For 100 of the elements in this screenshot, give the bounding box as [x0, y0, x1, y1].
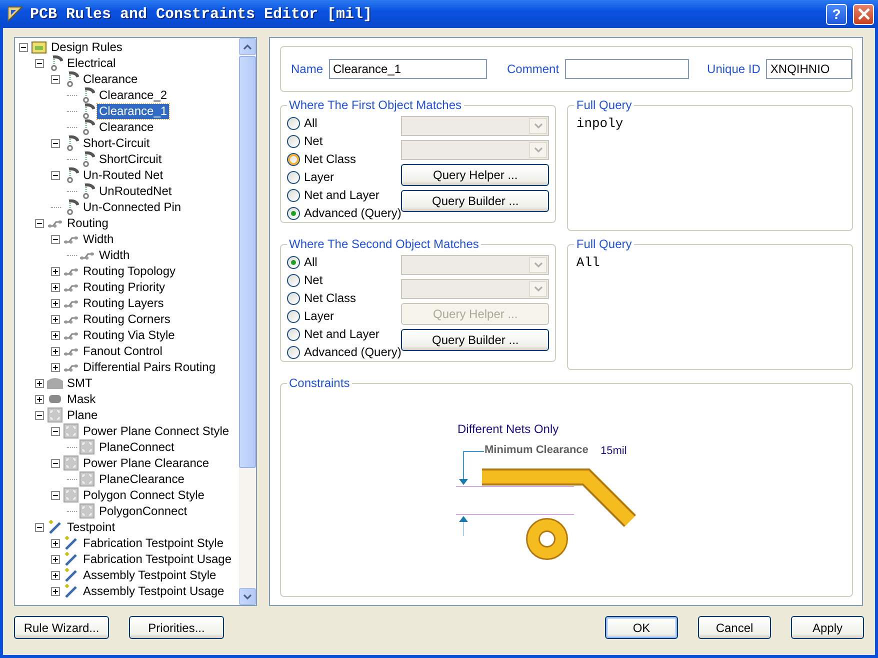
tree-item[interactable]: Routing Layers — [81, 296, 166, 310]
expander-icon[interactable] — [51, 362, 60, 372]
expander-icon[interactable] — [51, 74, 60, 84]
dialog-button[interactable]: Apply — [791, 616, 864, 639]
probe-icon — [63, 567, 79, 583]
radio-option[interactable]: All — [287, 253, 402, 271]
radio-option[interactable]: Net Class — [287, 150, 402, 168]
comment-field[interactable] — [565, 59, 690, 79]
tree-item[interactable]: Fabrication Testpoint Usage — [81, 552, 234, 566]
expander-icon[interactable] — [51, 298, 60, 308]
expander-icon[interactable] — [35, 378, 44, 388]
tree-item[interactable]: PolygonConnect — [97, 504, 190, 518]
radio-option[interactable]: All — [287, 114, 402, 132]
expander-icon[interactable] — [51, 138, 60, 148]
scrollbar[interactable] — [239, 38, 256, 605]
group-title: Constraints — [288, 376, 351, 390]
expander-icon[interactable] — [19, 42, 28, 52]
expander-icon[interactable] — [51, 266, 60, 276]
expander-icon[interactable] — [35, 218, 44, 228]
tree-item[interactable]: Polygon Connect Style — [81, 488, 206, 502]
tree-item[interactable]: ShortCircuit — [97, 152, 164, 166]
footer-button[interactable]: Priorities... — [129, 616, 224, 639]
expander-icon[interactable] — [51, 554, 60, 564]
expander-icon[interactable] — [51, 538, 60, 548]
tree-item[interactable]: UnRoutedNet — [97, 184, 174, 198]
plane-icon — [79, 439, 95, 455]
radio-option[interactable]: Net and Layer — [287, 186, 402, 204]
expander-icon[interactable] — [51, 170, 60, 180]
query-button[interactable]: Query Builder ... — [401, 190, 550, 212]
tree-item[interactable]: Routing Topology — [81, 264, 178, 278]
tree-item[interactable]: Clearance_2 — [97, 88, 170, 102]
tree-item[interactable]: Design Rules — [49, 40, 124, 54]
expander-icon[interactable] — [51, 330, 60, 340]
tree-item[interactable]: Clearance — [81, 72, 140, 86]
radio-option[interactable]: Layer — [287, 307, 402, 325]
tree-item[interactable]: Testpoint — [65, 520, 118, 534]
tree-item[interactable]: Width — [81, 232, 116, 246]
tree-item[interactable]: Routing — [65, 216, 110, 230]
query-button[interactable]: Query Builder ... — [401, 329, 550, 351]
clearance-value[interactable]: 15mil — [600, 445, 627, 457]
radio-option[interactable]: Advanced (Query) — [287, 204, 402, 222]
close-button[interactable] — [853, 4, 874, 24]
tree-item[interactable]: Un-Connected Pin — [81, 200, 184, 214]
radio-option[interactable]: Net — [287, 271, 402, 289]
comment-label: Comment — [507, 62, 560, 76]
help-button[interactable]: ? — [826, 4, 847, 24]
expander-icon[interactable] — [51, 234, 60, 244]
dimension-arrow — [458, 516, 468, 536]
tree-item[interactable]: Routing Corners — [81, 312, 172, 326]
radio-option[interactable]: Net and Layer — [287, 325, 402, 343]
expander-icon[interactable] — [35, 58, 44, 68]
expander-icon[interactable] — [51, 426, 60, 436]
expander-icon[interactable] — [51, 570, 60, 580]
tree-item[interactable]: Power Plane Connect Style — [81, 424, 232, 438]
unique-id-field[interactable]: XNQIHNIO — [766, 59, 852, 79]
query-button[interactable]: Query Helper ... — [401, 164, 550, 186]
name-label: Name — [291, 62, 324, 76]
tree-item[interactable]: Routing Via Style — [81, 328, 177, 342]
probe-icon — [63, 535, 79, 551]
plane-icon — [47, 407, 63, 423]
expander-icon[interactable] — [51, 490, 60, 500]
tree-item[interactable]: Fabrication Testpoint Style — [81, 536, 226, 550]
expander-icon[interactable] — [35, 394, 44, 404]
expander-icon[interactable] — [51, 586, 60, 596]
tree-item[interactable]: Assembly Testpoint Usage — [81, 584, 226, 598]
tree-item[interactable]: Short-Circuit — [81, 136, 152, 150]
tree-item[interactable]: Electrical — [65, 56, 118, 70]
group-title: Full Query — [575, 98, 633, 112]
tree-item[interactable]: Plane — [65, 408, 100, 422]
dialog-button[interactable]: OK — [605, 616, 678, 639]
radio-option[interactable]: Net Class — [287, 289, 402, 307]
expander-icon[interactable] — [35, 410, 44, 420]
tree-item[interactable]: Un-Routed Net — [81, 168, 166, 182]
footer-button[interactable]: Rule Wizard... — [14, 616, 109, 639]
query-text: All — [575, 254, 601, 272]
tree-item[interactable]: SMT — [65, 376, 94, 390]
radio-option[interactable]: Net — [287, 132, 402, 150]
query-text: inpoly — [575, 115, 624, 133]
expander-icon[interactable] — [51, 346, 60, 356]
expander-icon[interactable] — [51, 282, 60, 292]
tree-item[interactable]: Assembly Testpoint Style — [81, 568, 218, 582]
dialog-button[interactable]: Cancel — [698, 616, 771, 639]
chevron-down-icon — [534, 123, 543, 129]
tree-item[interactable]: Routing Priority — [81, 280, 168, 294]
tree-item[interactable]: Differential Pairs Routing — [81, 360, 218, 374]
tree-item[interactable]: Clearance_1 — [97, 104, 170, 118]
tree-item[interactable]: Clearance — [97, 120, 156, 134]
radio-option[interactable]: Advanced (Query) — [287, 343, 402, 361]
tree-item[interactable]: PlaneConnect — [97, 440, 176, 454]
name-field[interactable]: Clearance_1 — [329, 59, 488, 79]
tree-item[interactable]: Fanout Control — [81, 344, 164, 358]
expander-icon[interactable] — [51, 314, 60, 324]
tree-item[interactable]: Width — [97, 248, 132, 262]
radio-option[interactable]: Layer — [287, 168, 402, 186]
tree-item[interactable]: Power Plane Clearance — [81, 456, 212, 470]
tree-item[interactable]: Mask — [65, 392, 98, 406]
group-title: Where The First Object Matches — [288, 98, 462, 112]
tree-item[interactable]: PlaneClearance — [97, 472, 186, 486]
expander-icon[interactable] — [35, 522, 44, 532]
expander-icon[interactable] — [51, 458, 60, 468]
